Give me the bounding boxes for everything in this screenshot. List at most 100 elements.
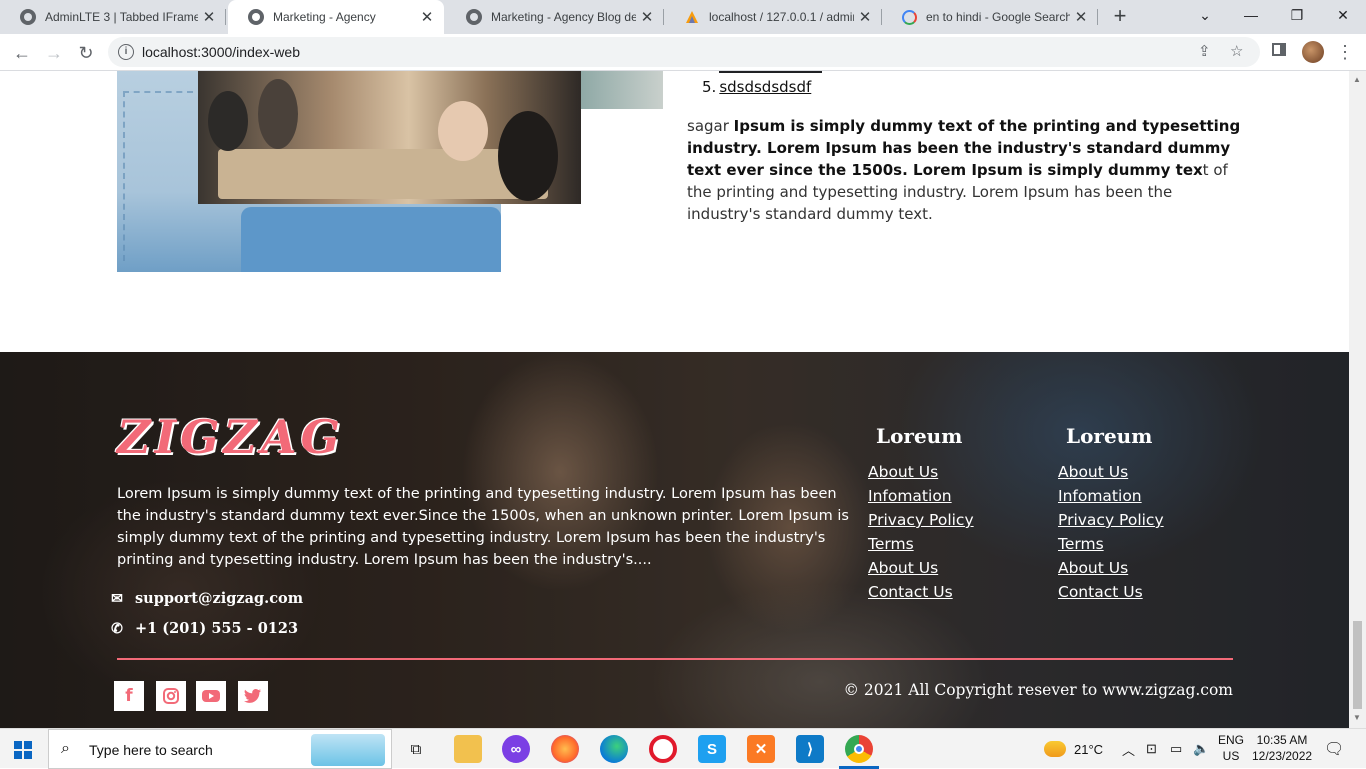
phpmyadmin-icon: [684, 9, 700, 25]
facebook-icon[interactable]: f: [114, 681, 144, 711]
address-bar[interactable]: i localhost:3000/index-web ⇪ ☆: [108, 37, 1260, 67]
skype-icon[interactable]: S: [698, 735, 726, 763]
maximize-button[interactable]: ❐: [1274, 0, 1320, 30]
share-icon[interactable]: ⇪: [1198, 42, 1211, 60]
xampp-icon[interactable]: ✕: [747, 735, 775, 763]
footer-links-column-2: About Us Infomation Privacy Policy Terms…: [1058, 460, 1164, 604]
url-text[interactable]: localhost:3000/index-web: [142, 44, 300, 60]
footer-link-terms[interactable]: Terms: [1058, 532, 1164, 556]
back-button[interactable]: ←: [10, 41, 34, 65]
task-view-icon[interactable]: ⧉: [402, 735, 430, 763]
tab-marketing-agency[interactable]: Marketing - Agency ✕: [228, 0, 444, 34]
site-info-icon[interactable]: i: [118, 44, 134, 60]
minimize-button[interactable]: —: [1228, 0, 1274, 30]
footer-divider: [117, 658, 1233, 660]
tab-phpmyadmin[interactable]: localhost / 127.0.0.1 / admin ✕: [664, 0, 882, 34]
app-icon-purple[interactable]: ∞: [502, 735, 530, 763]
list-item-link[interactable]: sdsdsdsdsdf: [719, 78, 811, 96]
taskbar-search-placeholder[interactable]: Type here to search: [89, 742, 213, 758]
windows-taskbar: ⌕ Type here to search ⧉ ∞ S ✕ ⟩ 21°C ︿ ⊡…: [0, 728, 1366, 769]
youtube-icon[interactable]: [196, 681, 226, 711]
meet-now-icon[interactable]: ⊡: [1146, 729, 1157, 769]
blue-sofa: [241, 207, 501, 272]
instagram-icon[interactable]: [156, 681, 186, 711]
close-tab-icon[interactable]: ✕: [636, 8, 658, 26]
footer-email[interactable]: ✉ support@zigzag.com: [108, 590, 303, 607]
paragraph-plain-start: sagar: [687, 117, 734, 135]
opera-icon[interactable]: [649, 735, 677, 763]
footer-link-contact[interactable]: Contact Us: [868, 580, 974, 604]
firefox-icon[interactable]: [551, 735, 579, 763]
twitter-icon[interactable]: [238, 681, 268, 711]
close-tab-icon[interactable]: ✕: [416, 8, 438, 26]
person-silhouette: [258, 79, 298, 149]
footer-link-information[interactable]: Infomation: [1058, 484, 1164, 508]
footer-link-about[interactable]: About Us: [1058, 556, 1164, 580]
footer-link-privacy[interactable]: Privacy Policy: [868, 508, 974, 532]
tab-google-search[interactable]: en to hindi - Google Search ✕: [882, 0, 1098, 34]
phone-text[interactable]: +1 (201) 555 - 0123: [135, 620, 298, 637]
weather-widget[interactable]: 21°C: [1044, 729, 1103, 769]
search-highlight-image: [311, 734, 385, 766]
person-silhouette: [498, 111, 558, 201]
vscode-icon[interactable]: ⟩: [796, 735, 824, 763]
tab-title: Marketing - Agency: [273, 10, 376, 24]
profile-avatar[interactable]: [1302, 41, 1324, 63]
clock-date: 12/23/2022: [1252, 749, 1313, 763]
footer-link-information[interactable]: Infomation: [868, 484, 974, 508]
tab-title: localhost / 127.0.0.1 / admin: [709, 10, 854, 24]
footer-link-about[interactable]: About Us: [1058, 460, 1164, 484]
notifications-icon[interactable]: 🗨: [1324, 729, 1344, 769]
taskbar-clock[interactable]: 10:35 AM 12/23/2022: [1252, 732, 1312, 764]
close-tab-icon[interactable]: ✕: [1070, 8, 1092, 26]
footer-link-terms[interactable]: Terms: [868, 532, 974, 556]
close-tab-icon[interactable]: ✕: [198, 8, 220, 26]
footer-link-about[interactable]: About Us: [868, 556, 974, 580]
region-code: US: [1222, 749, 1240, 763]
footer-phone[interactable]: ✆ +1 (201) 555 - 0123: [108, 620, 298, 637]
network-icon[interactable]: ▭: [1170, 729, 1182, 769]
tab-separator: [1097, 9, 1098, 25]
browser-tab-strip: AdminLTE 3 | Tabbed IFrames ✕ Marketing …: [0, 0, 1366, 34]
page-scrollbar[interactable]: ▲ ▼: [1349, 71, 1366, 728]
file-explorer-icon[interactable]: [454, 735, 482, 763]
footer-links-column-1: About Us Infomation Privacy Policy Terms…: [868, 460, 974, 604]
tray-chevron-icon[interactable]: ︿: [1122, 729, 1135, 769]
tab-blog-details[interactable]: Marketing - Agency Blog det ✕: [446, 0, 664, 34]
new-tab-button[interactable]: +: [1108, 4, 1132, 28]
tab-adminlte[interactable]: AdminLTE 3 | Tabbed IFrames ✕: [0, 0, 226, 34]
footer-link-contact[interactable]: Contact Us: [1058, 580, 1164, 604]
scroll-up-arrow[interactable]: ▲: [1353, 75, 1361, 84]
list-item[interactable]: 5. sdsdsdsdsdf: [702, 78, 811, 96]
footer-column-title: Loreum: [876, 424, 963, 448]
close-tab-icon[interactable]: ✕: [854, 8, 876, 26]
scrollbar-thumb[interactable]: [1353, 621, 1362, 709]
bookmark-star-icon[interactable]: ☆: [1230, 42, 1243, 60]
email-text[interactable]: support@zigzag.com: [135, 590, 303, 607]
scroll-down-arrow[interactable]: ▼: [1353, 713, 1361, 722]
tab-search-chevron-icon[interactable]: ⌄: [1182, 0, 1228, 30]
globe-icon: [248, 9, 264, 25]
chrome-icon[interactable]: [839, 735, 879, 769]
footer-link-privacy[interactable]: Privacy Policy: [1058, 508, 1164, 532]
language-code: ENG: [1218, 733, 1245, 747]
tab-title: en to hindi - Google Search: [926, 10, 1070, 24]
reload-button[interactable]: ↻: [74, 41, 98, 65]
thumbnail-image: [581, 71, 663, 109]
side-panel-icon[interactable]: [1272, 43, 1286, 56]
language-indicator[interactable]: ENG US: [1218, 732, 1244, 764]
forward-button[interactable]: →: [42, 41, 66, 65]
phone-icon: ✆: [111, 620, 123, 637]
footer-link-about[interactable]: About Us: [868, 460, 974, 484]
edge-icon[interactable]: [600, 735, 628, 763]
tab-title: Marketing - Agency Blog det: [491, 10, 636, 24]
envelope-icon: ✉: [111, 590, 123, 607]
article-paragraph: sagar Ipsum is simply dummy text of the …: [687, 115, 1247, 225]
toolbar: ← → ↻ i localhost:3000/index-web ⇪ ☆ ⋮: [0, 34, 1366, 71]
volume-icon[interactable]: 🔈: [1193, 729, 1209, 769]
taskbar-search[interactable]: ⌕ Type here to search: [48, 729, 392, 769]
windows-start-icon[interactable]: [14, 741, 32, 759]
close-window-button[interactable]: ✕: [1320, 0, 1366, 30]
zigzag-logo[interactable]: ZIGZAG: [117, 410, 344, 464]
browser-menu-icon[interactable]: ⋮: [1336, 41, 1354, 63]
